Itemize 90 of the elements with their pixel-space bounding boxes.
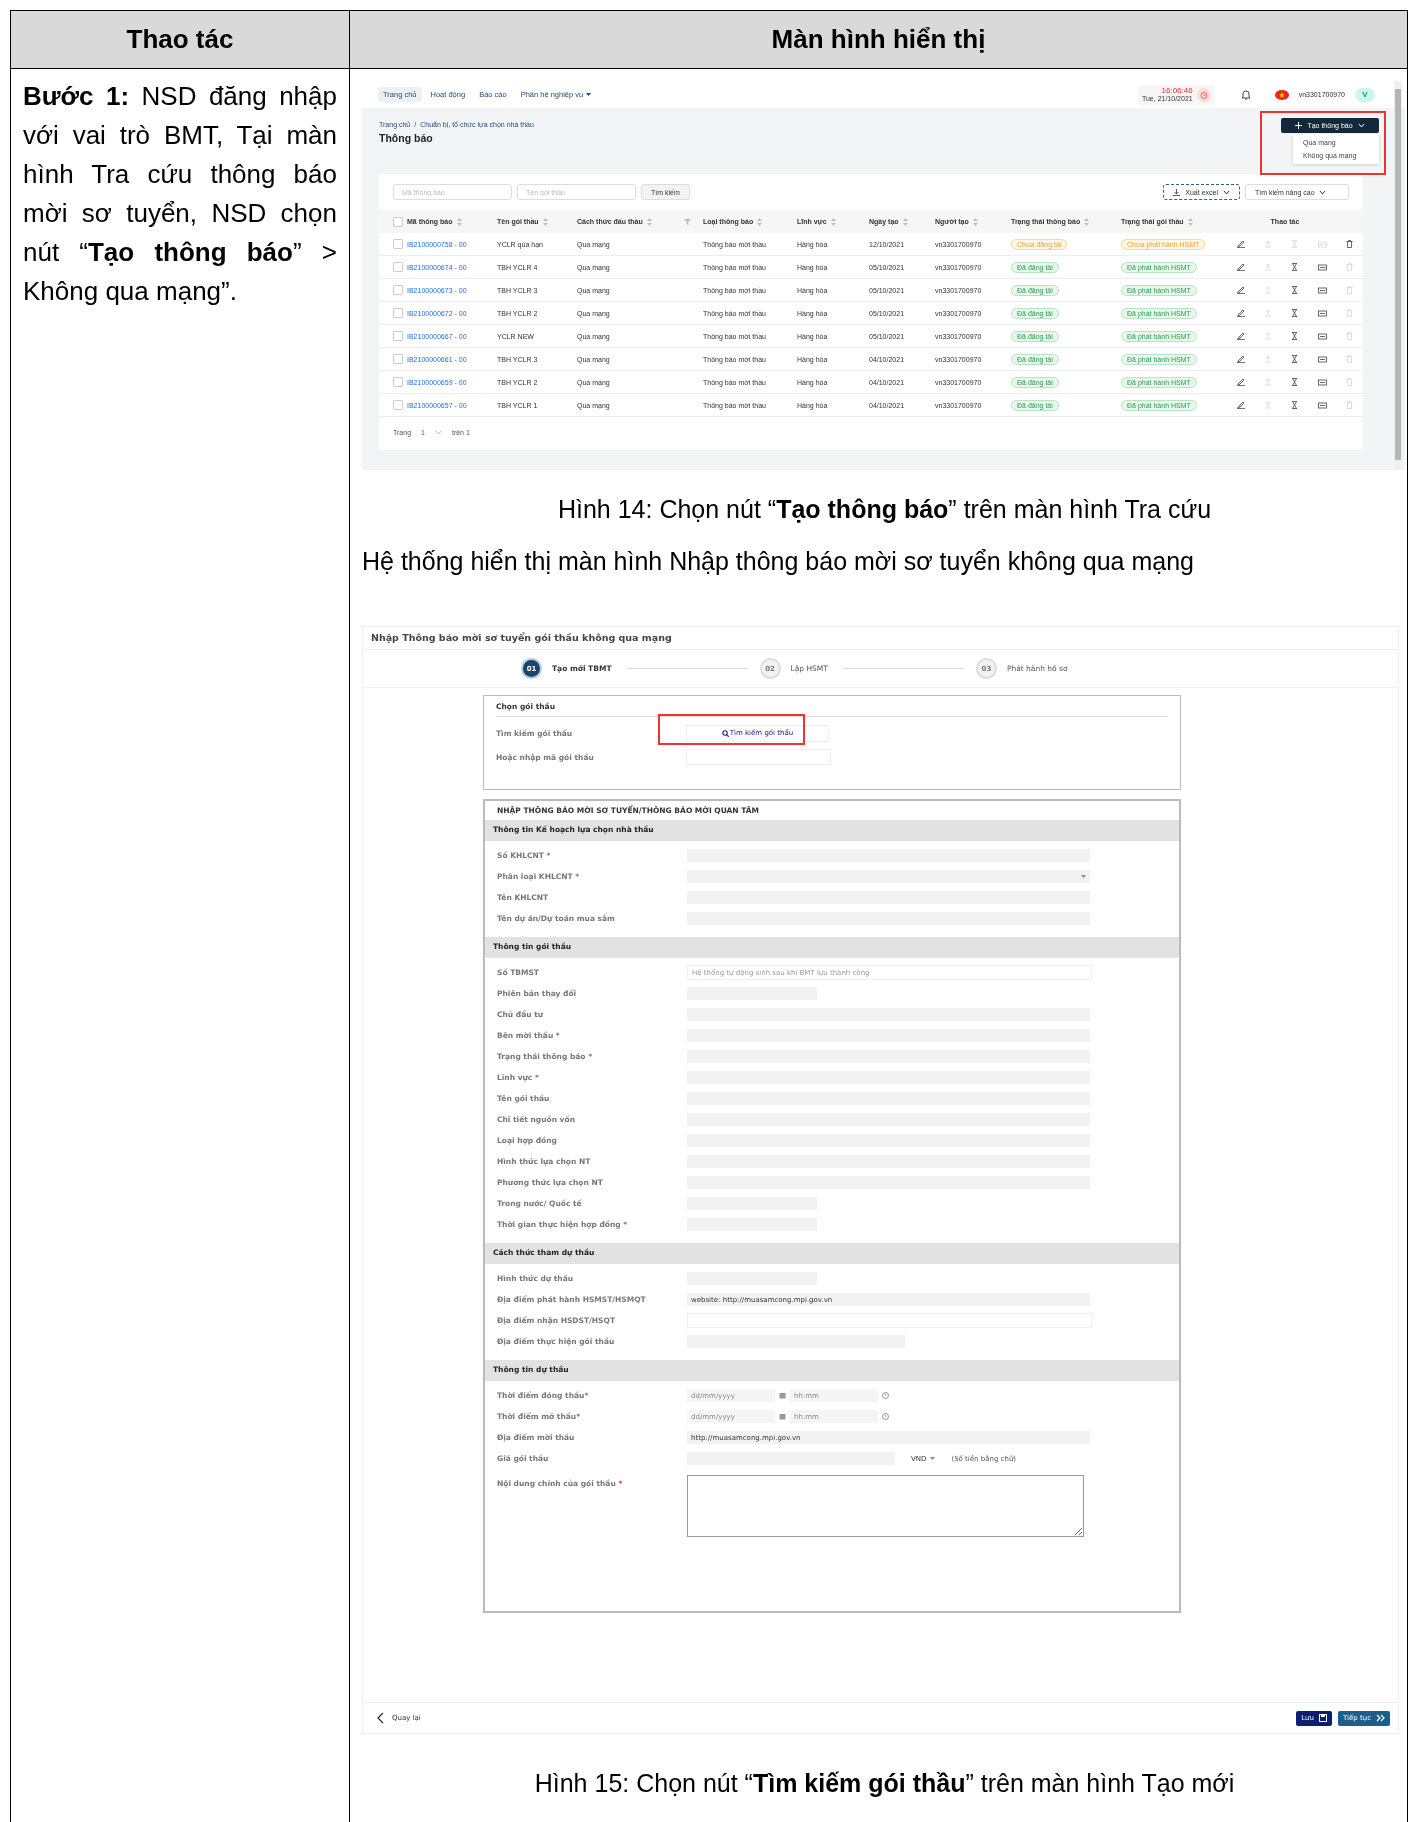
hourglass-icon <box>1291 401 1299 409</box>
hourglass-icon <box>1291 309 1299 317</box>
upload-icon <box>1264 332 1273 340</box>
caret-icon <box>586 93 592 96</box>
card-icon <box>1317 309 1327 317</box>
upload-icon <box>1264 263 1273 271</box>
pencil-icon <box>1236 263 1245 271</box>
pencil-icon <box>1236 355 1245 363</box>
clock-icon <box>882 1392 889 1399</box>
clock-time: 16:06:46 <box>1160 86 1193 95</box>
trash-icon <box>1346 332 1354 340</box>
pencil-icon <box>1236 286 1245 294</box>
scrollbar[interactable] <box>1394 81 1402 470</box>
column-heading: Thao tác <box>11 11 350 69</box>
hourglass-icon <box>1291 378 1299 386</box>
row-checkbox[interactable] <box>393 354 403 364</box>
column-heading: Màn hình hiển thị <box>350 11 1407 69</box>
chevron-left-icon <box>377 1712 384 1724</box>
figure-caption: Hình 15: Chọn nút “Tìm kiếm gói thầu” trên màn hình Tạo mới <box>533 1768 1236 1798</box>
card-icon <box>1317 332 1327 340</box>
chevron-down-icon <box>1357 123 1365 128</box>
plus-icon <box>1295 122 1303 129</box>
trash-icon <box>1346 355 1354 363</box>
hourglass-icon <box>1291 240 1299 248</box>
body-text: Hệ thống hiển thị màn hình Nhập thông báo mời sơ tuyển không qua mạng <box>362 546 1195 576</box>
row-checkbox[interactable] <box>393 285 403 295</box>
step-description: Bước 1: NSD đăng nhập với vai trò BMT, Tại màn hình Tra cứu thông báo mời sơ tuyển, NSD chọn nút “Tạo thông báo” > Không qua mạng”. <box>23 80 337 308</box>
sort-icon <box>972 217 978 226</box>
row-checkbox[interactable] <box>393 331 403 341</box>
sort-icon <box>456 217 462 226</box>
pencil-icon <box>1236 240 1245 248</box>
row-checkbox[interactable] <box>393 262 403 272</box>
row-checkbox[interactable] <box>393 400 403 410</box>
screen-title: Nhập Thông báo mời sơ tuyển gói thầu không qua mạng <box>363 627 1398 650</box>
upload-icon <box>1264 401 1273 409</box>
trash-icon <box>1346 240 1354 248</box>
caret-icon <box>1081 875 1086 878</box>
calendar-icon <box>779 1392 786 1399</box>
page-title: Thông báo <box>379 132 433 144</box>
content-textarea[interactable] <box>687 1475 1084 1537</box>
figure-caption: Hình 14: Chọn nút “Tạo thông báo” trên màn hình Tra cứu <box>556 494 1213 524</box>
upload-icon <box>1264 309 1273 317</box>
hourglass-icon <box>1291 332 1299 340</box>
upload-icon <box>1264 378 1273 386</box>
sort-icon <box>1084 217 1090 226</box>
chevron-down-icon <box>434 430 442 435</box>
card-icon <box>1317 355 1327 363</box>
upload-icon <box>1264 240 1273 248</box>
sort-icon <box>830 217 836 226</box>
card-icon <box>1317 401 1327 409</box>
upload-icon <box>1264 355 1273 363</box>
row-checkbox[interactable] <box>393 308 403 318</box>
row-checkbox[interactable] <box>393 239 403 249</box>
hourglass-icon <box>1291 286 1299 294</box>
trash-icon <box>1346 309 1354 317</box>
chevron-down-icon <box>1223 189 1230 195</box>
alarm-clock-icon <box>1199 90 1208 99</box>
hourglass-icon <box>1291 355 1299 363</box>
trash-icon <box>1346 401 1354 409</box>
card-icon <box>1317 286 1327 294</box>
pencil-icon <box>1236 332 1245 340</box>
sort-icon <box>1187 217 1193 226</box>
upload-icon <box>1264 286 1273 294</box>
trash-icon <box>1346 263 1354 271</box>
row-checkbox[interactable] <box>393 377 403 387</box>
hourglass-icon <box>1291 263 1299 271</box>
select-all-checkbox[interactable] <box>393 216 403 227</box>
chevron-down-icon <box>1318 189 1326 195</box>
filter-icon <box>684 218 691 225</box>
double-chevron-icon <box>1376 1714 1385 1722</box>
sort-icon <box>646 217 652 226</box>
pencil-icon <box>1236 378 1245 386</box>
bell-icon <box>1240 89 1251 100</box>
pencil-icon <box>1236 401 1245 409</box>
sort-icon <box>757 217 763 226</box>
caret-icon <box>930 1457 936 1460</box>
trash-icon <box>1346 378 1354 386</box>
download-icon <box>1173 188 1181 196</box>
select-field[interactable] <box>687 870 1090 883</box>
sort-icon <box>902 217 908 226</box>
card-icon <box>1317 378 1327 386</box>
flag-icon <box>1274 89 1289 100</box>
sort-icon <box>542 217 548 226</box>
search-icon <box>721 729 729 737</box>
card-icon <box>1317 263 1327 271</box>
calendar-icon <box>779 1413 786 1420</box>
clock-icon <box>882 1413 889 1420</box>
card-icon <box>1317 240 1327 248</box>
trash-icon <box>1346 286 1354 294</box>
pencil-icon <box>1236 309 1245 317</box>
